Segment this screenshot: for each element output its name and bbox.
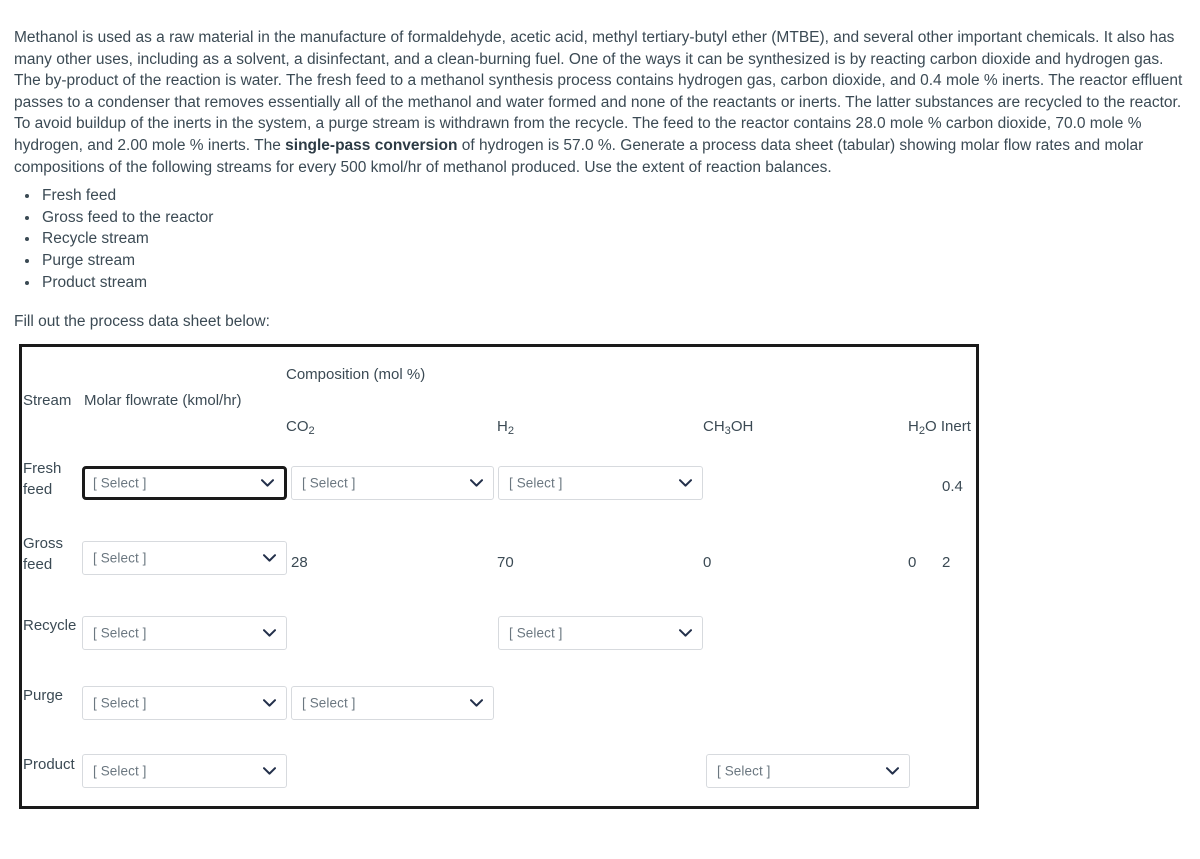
row-label-line2: feed [23,556,53,573]
select-value: [ Select ] [93,475,147,491]
select-value: [ Select ] [302,475,356,491]
chevron-down-icon [263,699,276,707]
row-label-recycle: Recycle [23,617,77,634]
assignment-page: Methanol is used as a raw material in th… [0,0,1200,859]
list-item: Gross feed to the reactor [40,207,213,229]
table-row: Gross feed [ Select ] 28 70 0 0 2 [22,527,976,597]
chevron-down-icon [470,699,483,707]
header-h2: H2 [497,418,515,437]
table-row: Fresh feed [ Select ] [ Select ] [ Selec… [22,452,976,522]
row-label-line2: feed [23,481,53,498]
header-ch3oh: CH3OH [703,418,754,437]
gross-feed-co2-value: 28 [291,554,308,571]
select-value: [ Select ] [93,625,147,641]
gross-feed-flowrate-select[interactable]: [ Select ] [82,541,287,575]
row-label-line1: Gross [23,535,64,552]
select-value: [ Select ] [302,695,356,711]
row-label-fresh-feed: Fresh feed [23,458,81,500]
fresh-feed-flowrate-select[interactable]: [ Select ] [82,466,287,500]
purge-flowrate-select[interactable]: [ Select ] [82,686,287,720]
gross-feed-h2-value: 70 [497,554,514,571]
stream-list: Fresh feed Gross feed to the reactor Rec… [14,185,213,294]
header-co2: CO2 [286,418,315,437]
select-value: [ Select ] [93,550,147,566]
row-label-gross-feed: Gross feed [23,533,81,575]
header-molar-flowrate: Molar flowrate (kmol/hr) [84,392,242,409]
product-ch3oh-select[interactable]: [ Select ] [706,754,910,788]
table-row: Purge [ Select ] [ Select ] [22,668,976,738]
select-value: [ Select ] [93,695,147,711]
chevron-down-icon [886,767,899,775]
header-stream: Stream [23,392,72,409]
gross-feed-inert-value: 2 [942,554,951,571]
recycle-flowrate-select[interactable]: [ Select ] [82,616,287,650]
process-data-sheet: Composition (mol %) Stream Molar flowrat… [19,344,979,809]
select-value: [ Select ] [717,763,771,779]
list-item: Recycle stream [40,228,213,250]
chevron-down-icon [261,479,274,487]
fill-out-instruction: Fill out the process data sheet below: [14,313,270,330]
table-row: Recycle [ Select ] [ Select ] [22,598,976,668]
select-value: [ Select ] [509,625,563,641]
gross-feed-ch3oh-value: 0 [703,554,712,571]
chevron-down-icon [679,629,692,637]
row-label-line1: Fresh [23,460,62,477]
table-row: Product [ Select ] [ Select ] [22,737,976,806]
header-h2o-inert: H2O Inert [908,418,971,437]
select-value: [ Select ] [93,763,147,779]
select-value: [ Select ] [509,475,563,491]
list-item: Purge stream [40,250,213,272]
fresh-feed-inert-value: 0.4 [942,478,963,495]
list-item: Fresh feed [40,185,213,207]
chevron-down-icon [679,479,692,487]
row-label-product: Product [23,756,75,773]
chevron-down-icon [263,767,276,775]
list-item: Product stream [40,272,213,294]
recycle-h2-select[interactable]: [ Select ] [498,616,703,650]
fresh-feed-h2-select[interactable]: [ Select ] [498,466,703,500]
purge-co2-select[interactable]: [ Select ] [291,686,494,720]
gross-feed-h2o-value: 0 [908,554,917,571]
product-flowrate-select[interactable]: [ Select ] [82,754,287,788]
chevron-down-icon [470,479,483,487]
chevron-down-icon [263,554,276,562]
header-composition: Composition (mol %) [286,366,426,383]
row-label-purge: Purge [23,687,64,704]
problem-statement: Methanol is used as a raw material in th… [14,29,1183,176]
fresh-feed-co2-select[interactable]: [ Select ] [291,466,494,500]
chevron-down-icon [263,629,276,637]
